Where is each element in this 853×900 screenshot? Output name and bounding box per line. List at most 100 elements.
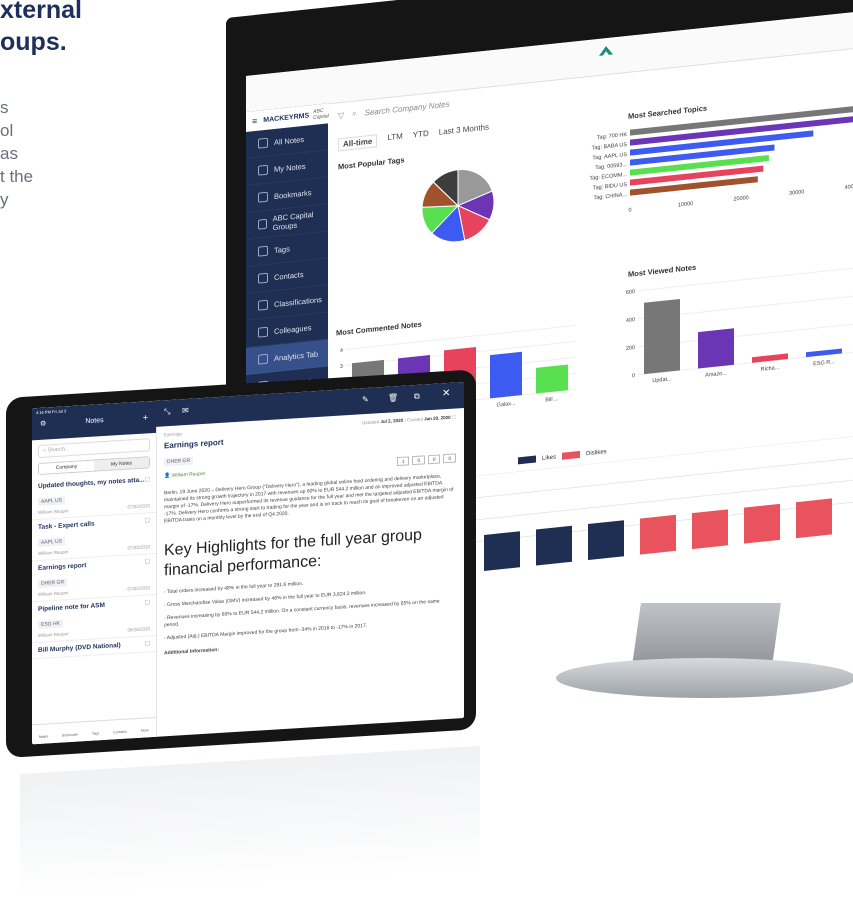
bar-label: Richa... xyxy=(761,365,780,373)
hero-text: s ol as t the y xyxy=(0,98,34,209)
copy-icon[interactable]: ⧉ xyxy=(414,392,420,402)
hero-title: xternal oups. xyxy=(0,0,82,56)
bar-label: Galax... xyxy=(497,401,516,409)
notes-list-panel: 4:16 PM Fri Jul 3 ⚙ Notes + ⌕ Search... … xyxy=(32,400,157,745)
edit-icon[interactable]: ✎ xyxy=(362,395,369,404)
bar xyxy=(536,364,568,394)
search-input[interactable]: Search Company Notes xyxy=(365,99,450,117)
bar xyxy=(698,328,734,369)
bar xyxy=(536,525,572,568)
gridline xyxy=(428,433,853,482)
y-tick-label: 4 xyxy=(340,348,343,354)
bar-label: Bill ... xyxy=(545,396,559,403)
expand-icon[interactable]: ⤡ xyxy=(164,407,170,417)
note-item-author: William Reuper xyxy=(38,631,69,639)
likes-swatch xyxy=(518,455,536,465)
gridline xyxy=(428,477,853,526)
note-detail-panel: ⤡ ✉ ✎ 🗑 ⧉ ✕ Earnings Updated Jul 2, 2020… xyxy=(156,381,464,737)
popular-tags-pie-chart xyxy=(421,169,495,243)
note-item-title: Bill Murphy (DVD National) xyxy=(38,641,121,655)
notes-search-input[interactable]: ⌕ Search... xyxy=(38,438,150,459)
settings-icon[interactable]: ⚙ xyxy=(40,420,46,428)
sidebar-item-label: Tags xyxy=(274,243,290,255)
bar xyxy=(744,503,780,546)
topic-label: Tag: BABA US xyxy=(592,142,628,152)
tablet-device: 4:16 PM Fri Jul 3 ⚙ Notes + ⌕ Search... … xyxy=(6,369,476,758)
notes-header-title: Notes xyxy=(85,416,104,425)
segment-company[interactable]: Company xyxy=(39,460,94,474)
tab-ytd[interactable]: YTD xyxy=(413,129,429,144)
note-author[interactable]: 👤 William Reuper xyxy=(164,470,206,479)
bookmark-icon[interactable]: ☐ xyxy=(145,517,150,524)
tabbar-contacts[interactable]: Contacts xyxy=(113,720,127,741)
y-tick-label: 200 xyxy=(626,345,635,352)
note-item-date: 06/26/2020 xyxy=(127,626,150,633)
sidebar: ≡ MACKEYRMS ABC Capital All Notes My Note… xyxy=(246,103,329,412)
x-tick-label: 40000 xyxy=(845,183,853,191)
likes-legend: Likes Dislikes xyxy=(518,448,607,465)
dislike-count[interactable]: 0 xyxy=(412,455,425,466)
tab-all-time[interactable]: All-time xyxy=(338,134,378,152)
note-item-title: Earnings report xyxy=(38,562,87,573)
topic-label: Tag: 00593... xyxy=(595,162,627,171)
note-reactions: 1 0 0 0 xyxy=(396,453,456,467)
x-tick-label: 0 xyxy=(628,207,631,213)
menu-icon[interactable]: ≡ xyxy=(252,116,257,127)
analytics-icon xyxy=(258,353,268,365)
sidebar-item-label: Classifications xyxy=(274,294,322,309)
note-item-title: Task - Expert calls xyxy=(38,520,95,532)
notes-icon xyxy=(258,137,268,149)
comment-count[interactable]: 0 xyxy=(443,453,456,464)
my-notes-icon xyxy=(258,164,268,176)
email-icon[interactable]: ✉ xyxy=(182,406,189,415)
tablet-reflection xyxy=(20,745,480,900)
close-icon[interactable]: ✕ xyxy=(442,388,450,400)
note-category: Earnings xyxy=(164,431,182,438)
bookmark-icon[interactable]: ☐ xyxy=(145,558,150,565)
bar-label: Updat... xyxy=(652,376,672,384)
note-tag[interactable]: DHER GR xyxy=(164,456,194,467)
bar xyxy=(490,351,522,399)
tabbar-more[interactable]: More xyxy=(141,718,149,738)
bookmark-icon[interactable]: ☐ xyxy=(145,599,150,606)
dislikes-swatch xyxy=(562,450,581,460)
tabbar-bookmark[interactable]: Bookmark xyxy=(62,723,78,744)
note-item-tag: AAPL US xyxy=(38,496,65,507)
time-tabs: All-time LTM YTD Last 3 Months xyxy=(338,122,489,152)
x-tick-label: 10000 xyxy=(678,201,693,209)
bookmark-icon[interactable]: ☐ xyxy=(452,414,456,419)
tablet-screen: 4:16 PM Fri Jul 3 ⚙ Notes + ⌕ Search... … xyxy=(32,381,464,745)
x-tick-label: 20000 xyxy=(733,195,748,203)
note-item-author: William Reuper xyxy=(38,590,69,598)
colleagues-icon xyxy=(258,326,268,338)
filter-icon[interactable]: ▽ xyxy=(338,110,344,120)
sidebar-item-label: All Notes xyxy=(274,134,305,147)
bar xyxy=(644,298,680,375)
bookmark-icon[interactable]: ☐ xyxy=(145,640,150,647)
topic-label: Tag: CHINA... xyxy=(593,192,627,202)
add-note-button[interactable]: + xyxy=(143,412,148,422)
tab-ltm[interactable]: LTM xyxy=(387,132,402,147)
sidebar-item-label: Contacts xyxy=(274,269,304,282)
sidebar-item-label: Analytics Tab xyxy=(274,348,319,363)
contacts-icon xyxy=(258,272,268,284)
y-tick-label: 400 xyxy=(626,317,635,324)
monitor-base xyxy=(556,658,853,698)
sidebar-item-label: My Notes xyxy=(274,161,306,174)
note-item-date: 07/02/2020 xyxy=(127,544,150,551)
bookmark-icon[interactable]: ☐ xyxy=(145,476,150,483)
tabbar-tags[interactable]: Tags xyxy=(92,721,99,741)
app-logo-icon xyxy=(599,46,613,56)
classification-icon xyxy=(258,299,268,311)
star-icon xyxy=(258,191,268,203)
tabbar-notes[interactable]: Notes xyxy=(39,724,48,744)
likes-label: Likes xyxy=(542,453,557,462)
like-count[interactable]: 1 xyxy=(396,456,410,467)
delete-icon[interactable]: 🗑 xyxy=(388,393,398,403)
tag-icon xyxy=(258,245,268,257)
attachment-count[interactable]: 0 xyxy=(427,454,441,465)
tab-last-3-months[interactable]: Last 3 Months xyxy=(439,122,489,140)
segment-my-notes[interactable]: My Notes xyxy=(94,457,149,471)
bar xyxy=(796,498,832,541)
search-icon[interactable]: ⌕ xyxy=(352,108,356,118)
